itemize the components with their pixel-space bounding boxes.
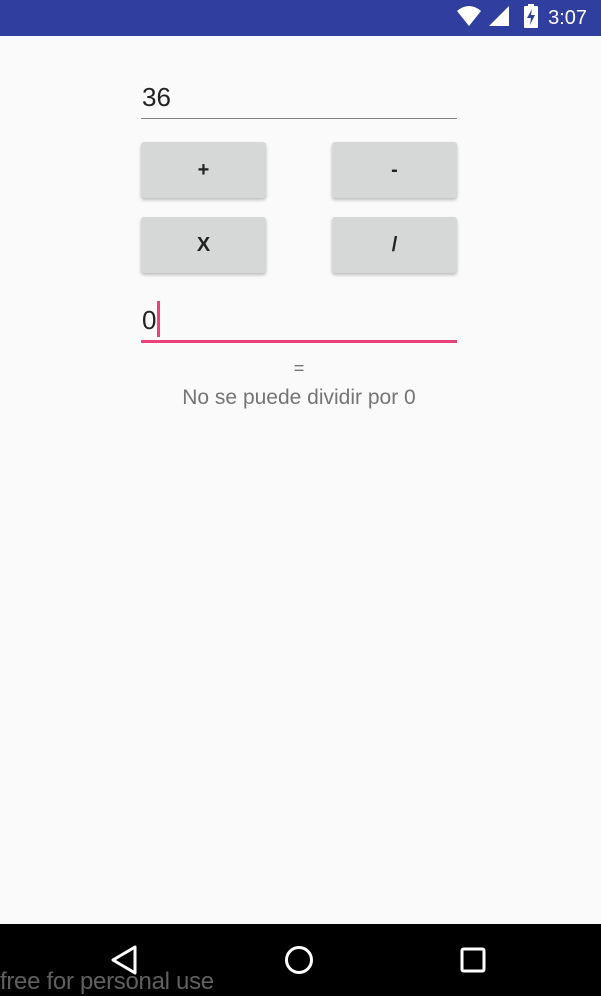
home-icon <box>285 946 313 974</box>
first-number-input[interactable]: 36 <box>141 80 457 119</box>
text-cursor <box>157 301 161 337</box>
multiply-button[interactable]: X <box>141 217 266 273</box>
equals-sign: = <box>293 358 305 378</box>
status-icons: 3:07 <box>456 0 587 36</box>
divide-button[interactable]: / <box>332 217 457 273</box>
second-number-value: 0 <box>142 305 157 335</box>
status-bar: 3:07 <box>0 0 601 36</box>
home-button[interactable] <box>279 940 319 980</box>
wifi-icon <box>456 5 482 32</box>
clock: 3:07 <box>548 6 587 29</box>
recents-icon <box>460 947 486 973</box>
watermark-text: free for personal use <box>0 968 214 995</box>
app-content: 36 + - X / 0 = No se puede dividir por 0 <box>0 36 601 924</box>
second-number-wrap: 0 <box>142 301 161 341</box>
recents-button[interactable] <box>453 940 493 980</box>
first-number-value: 36 <box>142 82 171 112</box>
cell-signal-icon <box>488 5 510 32</box>
battery-charging-icon <box>524 3 539 33</box>
result-text: No se puede dividir por 0 <box>182 386 416 409</box>
subtract-button[interactable]: - <box>332 142 457 198</box>
add-button[interactable]: + <box>141 142 266 198</box>
second-number-input[interactable]: 0 <box>141 300 457 343</box>
